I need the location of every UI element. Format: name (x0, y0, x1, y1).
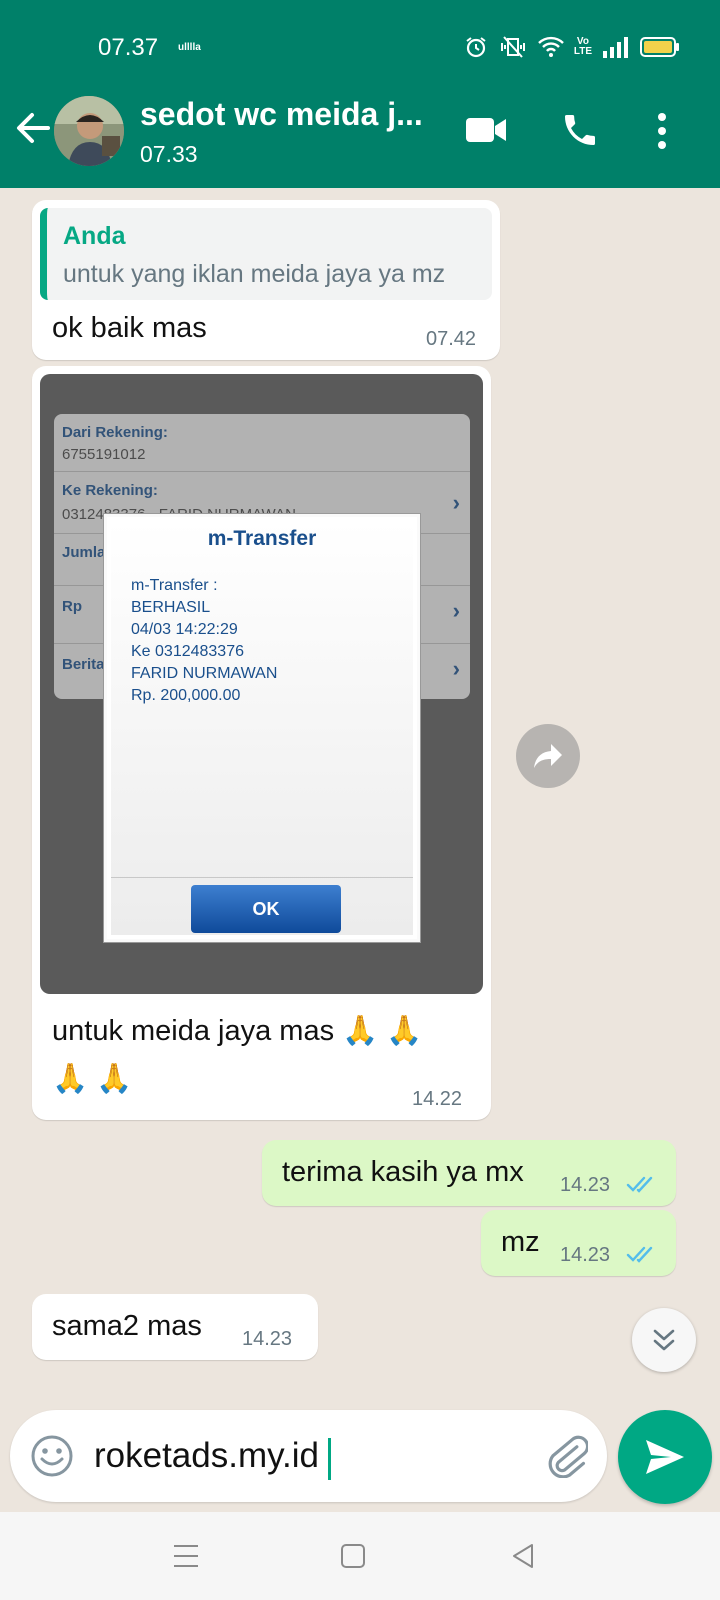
video-call-button[interactable] (464, 112, 508, 148)
read-ticks-icon (626, 1246, 653, 1263)
top-bar: 07.37 ulllla Vo LTE sedot wc meida j... 0… (0, 0, 720, 188)
message-time: 14.22 (412, 1088, 463, 1110)
back-arrow-icon (17, 113, 50, 143)
incoming-image-message[interactable]: Dari Rekening: 6755191012 Ke Rekening: 0… (32, 366, 491, 1120)
status-time: 07.37 (98, 34, 159, 61)
back-nav-icon[interactable] (508, 1540, 540, 1572)
status-icons: Vo LTE (464, 32, 680, 62)
message-text: untuk meida jaya mas 🙏 🙏 (52, 1015, 423, 1047)
send-button[interactable] (618, 1410, 712, 1504)
battery-icon (640, 37, 679, 57)
message-time: 14.23 (242, 1328, 293, 1350)
message-composer (10, 1410, 607, 1502)
scroll-to-bottom-button[interactable] (632, 1308, 696, 1372)
chevron-right-icon: › (452, 490, 460, 515)
incoming-message[interactable]: sama2 mas 14.23 (32, 1294, 318, 1360)
double-chevron-down-icon (653, 1329, 675, 1351)
message-text: sama2 mas (52, 1310, 202, 1342)
contact-last-seen: 07.33 (140, 141, 198, 167)
send-icon (646, 1440, 684, 1474)
outgoing-message[interactable]: mz 14.23 (481, 1210, 676, 1276)
message-time: 07.42 (426, 328, 477, 350)
home-icon[interactable] (337, 1540, 369, 1572)
more-vert-icon (658, 113, 666, 149)
more-options-button[interactable] (650, 110, 674, 152)
contact-name[interactable]: sedot wc meida j... (140, 96, 423, 133)
forward-icon (534, 744, 562, 768)
quoted-message[interactable]: Anda untuk yang iklan meida jaya ya mz (40, 208, 492, 300)
message-time: 14.23 (560, 1174, 611, 1196)
emoji-button[interactable] (30, 1434, 74, 1478)
dialog-ok-button: OK (191, 885, 341, 933)
system-nav-bar (0, 1512, 720, 1600)
forward-button[interactable] (516, 724, 580, 788)
bank-row: Dari Rekening: 6755191012 (54, 414, 470, 472)
transfer-receipt-image[interactable]: Dari Rekening: 6755191012 Ke Rekening: 0… (40, 374, 483, 994)
chevron-right-icon: › (452, 598, 460, 623)
phone-icon (565, 115, 595, 145)
chevron-right-icon: › (452, 656, 460, 681)
message-text: ok baik mas (52, 312, 207, 344)
message-text-continued: 🙏 🙏 (52, 1063, 133, 1095)
alarm-icon (466, 37, 486, 58)
signal-icon (603, 37, 628, 58)
text-caret (328, 1438, 331, 1480)
dialog-title: m-Transfer (207, 527, 317, 550)
video-call-icon (466, 118, 506, 142)
voice-call-button[interactable] (560, 110, 600, 150)
transfer-dialog: m-Transfer m-Transfer : BERHASIL 04/03 1… (104, 514, 420, 942)
message-input[interactable] (94, 1428, 514, 1484)
chat-area[interactable]: Anda untuk yang iklan meida jaya ya mz o… (0, 188, 720, 1512)
read-ticks-icon (626, 1176, 653, 1193)
wifi-icon (537, 36, 564, 57)
back-button[interactable] (12, 108, 52, 148)
contact-avatar[interactable] (54, 96, 124, 166)
message-text: mz (501, 1226, 540, 1258)
incoming-message[interactable]: Anda untuk yang iklan meida jaya ya mz o… (32, 200, 500, 360)
quote-author: Anda (63, 222, 126, 250)
recents-icon[interactable] (170, 1540, 202, 1572)
attach-button[interactable] (546, 1434, 590, 1479)
emoji-icon (31, 1435, 73, 1477)
volte-indicator: Vo LTE (573, 36, 592, 57)
carrier-label: ulllla (178, 42, 201, 53)
outgoing-message[interactable]: terima kasih ya mx 14.23 (262, 1140, 676, 1206)
message-time: 14.23 (560, 1244, 611, 1266)
mute-vibrate-icon (500, 36, 525, 58)
message-text: terima kasih ya mx (282, 1156, 524, 1188)
attach-icon (548, 1435, 590, 1479)
quote-text: untuk yang iklan meida jaya ya mz (63, 260, 446, 288)
